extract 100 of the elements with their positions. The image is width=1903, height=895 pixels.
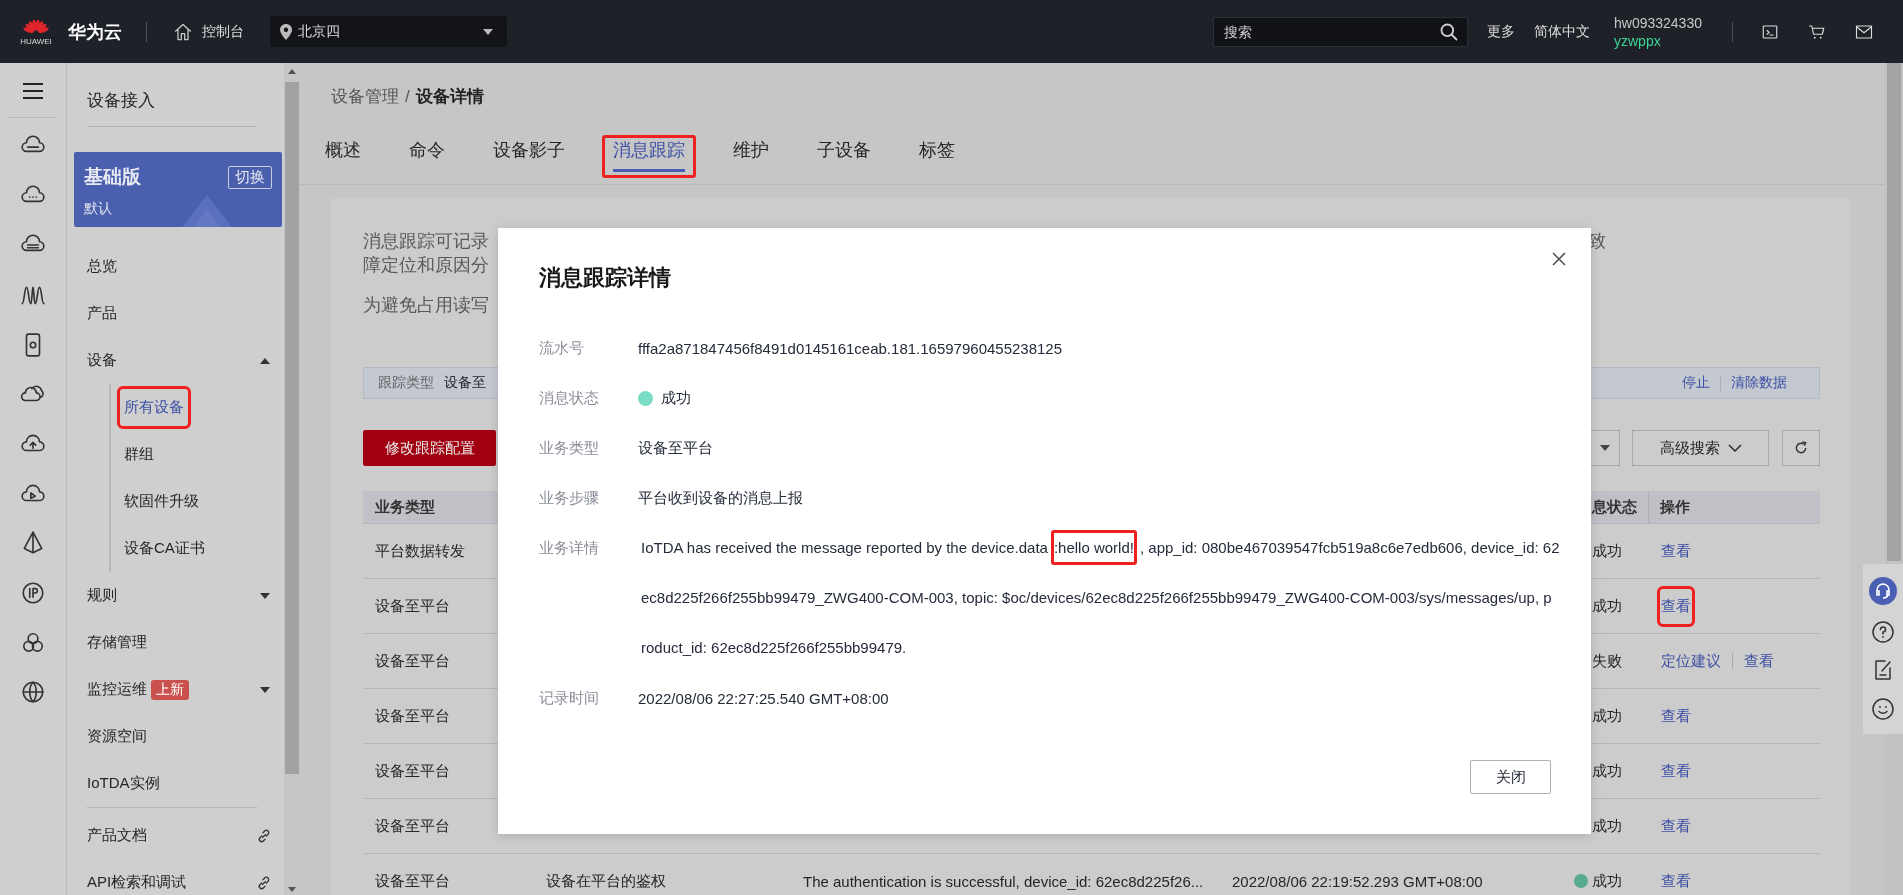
mail-icon[interactable]	[1855, 23, 1873, 40]
nav-item[interactable]: API检索和调试	[87, 873, 187, 892]
brand-name: 华为云	[68, 20, 122, 44]
description-text: 消息跟踪可记录	[363, 230, 489, 253]
headset-icon[interactable]	[1869, 577, 1897, 606]
caret-down-icon[interactable]	[260, 592, 270, 599]
table-cell: 设备至平台	[375, 871, 450, 891]
tab[interactable]: 概述	[314, 135, 372, 178]
action-link[interactable]: 查看	[1660, 698, 1692, 734]
field-value: 2022/08/06 22:27:25.540 GMT+08:00	[638, 689, 889, 707]
action-link[interactable]: 清除数据	[1731, 374, 1787, 392]
advanced-search-button[interactable]: 高级搜索	[1632, 430, 1769, 466]
tab[interactable]: 维护	[722, 135, 780, 178]
field-value: 平台收到设备的消息上报	[638, 488, 803, 508]
smiley-icon[interactable]	[1871, 696, 1895, 721]
field-value: 设备至平台	[638, 438, 713, 458]
table-cell: 设备至平台	[375, 761, 450, 781]
action-link[interactable]: 查看	[1660, 753, 1692, 789]
edition-label: 默认	[84, 200, 113, 218]
action-link[interactable]: 查看	[1660, 863, 1692, 895]
table-cell: The authentication is successful, device_id: 62ec8d225f26...	[803, 872, 1204, 890]
refresh-button[interactable]	[1782, 430, 1820, 466]
table-cell: 平台数据转发	[375, 541, 465, 561]
action-link[interactable]: 查看	[1660, 588, 1692, 624]
home-icon[interactable]	[173, 21, 193, 42]
nav-link[interactable]: 简体中文	[1534, 22, 1590, 41]
dialog-title: 消息跟踪详情	[539, 264, 671, 292]
scroll-down-icon[interactable]	[288, 887, 296, 892]
config-button[interactable]: 修改跟踪配置	[363, 430, 496, 466]
field-label: 业务步骤	[539, 488, 600, 508]
nav-link[interactable]: 更多	[1487, 22, 1515, 41]
nav-item[interactable]: 总览	[87, 257, 117, 276]
table-cell: 2022/08/06 22:19:52.293 GMT+08:00	[1232, 872, 1483, 890]
field-label: 记录时间	[539, 688, 600, 708]
filter-label: 跟踪类型	[378, 374, 434, 392]
status-text: 成功	[1592, 706, 1622, 726]
scrollbar[interactable]	[284, 63, 300, 895]
nav-item[interactable]: 产品	[87, 304, 117, 323]
logo-icon	[21, 17, 51, 35]
console-link[interactable]: 控制台	[202, 22, 244, 41]
caret-down-icon	[483, 28, 493, 35]
tab[interactable]: 标签	[908, 135, 966, 178]
filter-value: 设备至	[444, 374, 486, 392]
tab[interactable]: 消息跟踪	[602, 135, 696, 178]
table-cell: 设备在平台的鉴权	[546, 871, 666, 891]
status-text: 成功	[1592, 816, 1622, 836]
user-name[interactable]: yzwppx	[1614, 32, 1724, 49]
link-icon[interactable]	[256, 827, 272, 844]
action-link[interactable]: 查看	[1660, 808, 1692, 844]
nav-item[interactable]: 设备CA证书	[120, 530, 209, 567]
table-cell: 设备至平台	[375, 816, 450, 836]
cart-icon[interactable]	[1807, 22, 1827, 41]
new-badge: 上新	[151, 679, 189, 700]
nav-item[interactable]: 群组	[120, 436, 158, 473]
action-link[interactable]: 定位建议	[1660, 643, 1722, 679]
menu-icon[interactable]	[22, 82, 44, 100]
caret-down-icon[interactable]	[260, 686, 270, 693]
breadcrumb-link[interactable]: 设备管理	[331, 87, 399, 107]
description-text: 障定位和原因分	[363, 254, 489, 277]
tab[interactable]: 设备影子	[482, 135, 576, 178]
table-cell: 设备至平台	[375, 706, 450, 726]
nav-item[interactable]: 监控运维	[87, 680, 147, 699]
switch-button[interactable]: 切换	[228, 165, 272, 189]
link-icon[interactable]	[256, 874, 272, 891]
status-text: 失败	[1592, 651, 1622, 671]
search-field[interactable]: 搜索	[1213, 16, 1468, 47]
status-text: 成功	[1592, 871, 1622, 891]
close-icon[interactable]	[1552, 252, 1566, 266]
region-select[interactable]: 北京四	[270, 16, 507, 47]
account-name[interactable]: hw093324330	[1614, 14, 1724, 31]
nav-item[interactable]: 存储管理	[87, 633, 147, 652]
nav-item[interactable]: IoTDA实例	[87, 774, 160, 793]
column-header: 操作	[1660, 497, 1690, 517]
scroll-up-icon[interactable]	[288, 69, 296, 74]
chevron-down-icon	[1727, 444, 1742, 452]
nav-item[interactable]: 设备	[87, 351, 117, 370]
status-text: 成功	[1592, 541, 1622, 561]
nav-item[interactable]: 产品文档	[87, 826, 147, 845]
caret-up-icon[interactable]	[260, 357, 270, 364]
status-text: 成功	[1592, 596, 1622, 616]
nav-item[interactable]: 规则	[87, 586, 117, 605]
table-cell: 设备至平台	[375, 596, 450, 616]
scrollbar-thumb[interactable]	[1887, 63, 1901, 561]
terminal-icon[interactable]	[1761, 22, 1779, 41]
close-button[interactable]: 关闭	[1470, 760, 1551, 794]
sidebar-title: 设备接入	[86, 90, 156, 112]
column-header: 业务类型	[375, 497, 435, 517]
action-link[interactable]: 查看	[1743, 643, 1775, 679]
nav-item[interactable]: 资源空间	[87, 727, 147, 746]
tab[interactable]: 命令	[398, 135, 456, 178]
nav-item[interactable]: 软固件升级	[120, 483, 203, 520]
tab[interactable]: 子设备	[806, 135, 882, 178]
detail-text: roduct_id: 62ec8d225f266f255bb99479.	[640, 638, 908, 658]
action-link[interactable]: 查看	[1660, 533, 1692, 569]
edition-name: 基础版	[84, 165, 141, 189]
field-label: 业务详情	[539, 538, 600, 558]
nav-item[interactable]: 所有设备	[120, 389, 188, 426]
help-icon[interactable]	[1871, 619, 1895, 644]
search-icon[interactable]	[1439, 21, 1459, 42]
action-link[interactable]: 停止	[1682, 374, 1710, 392]
